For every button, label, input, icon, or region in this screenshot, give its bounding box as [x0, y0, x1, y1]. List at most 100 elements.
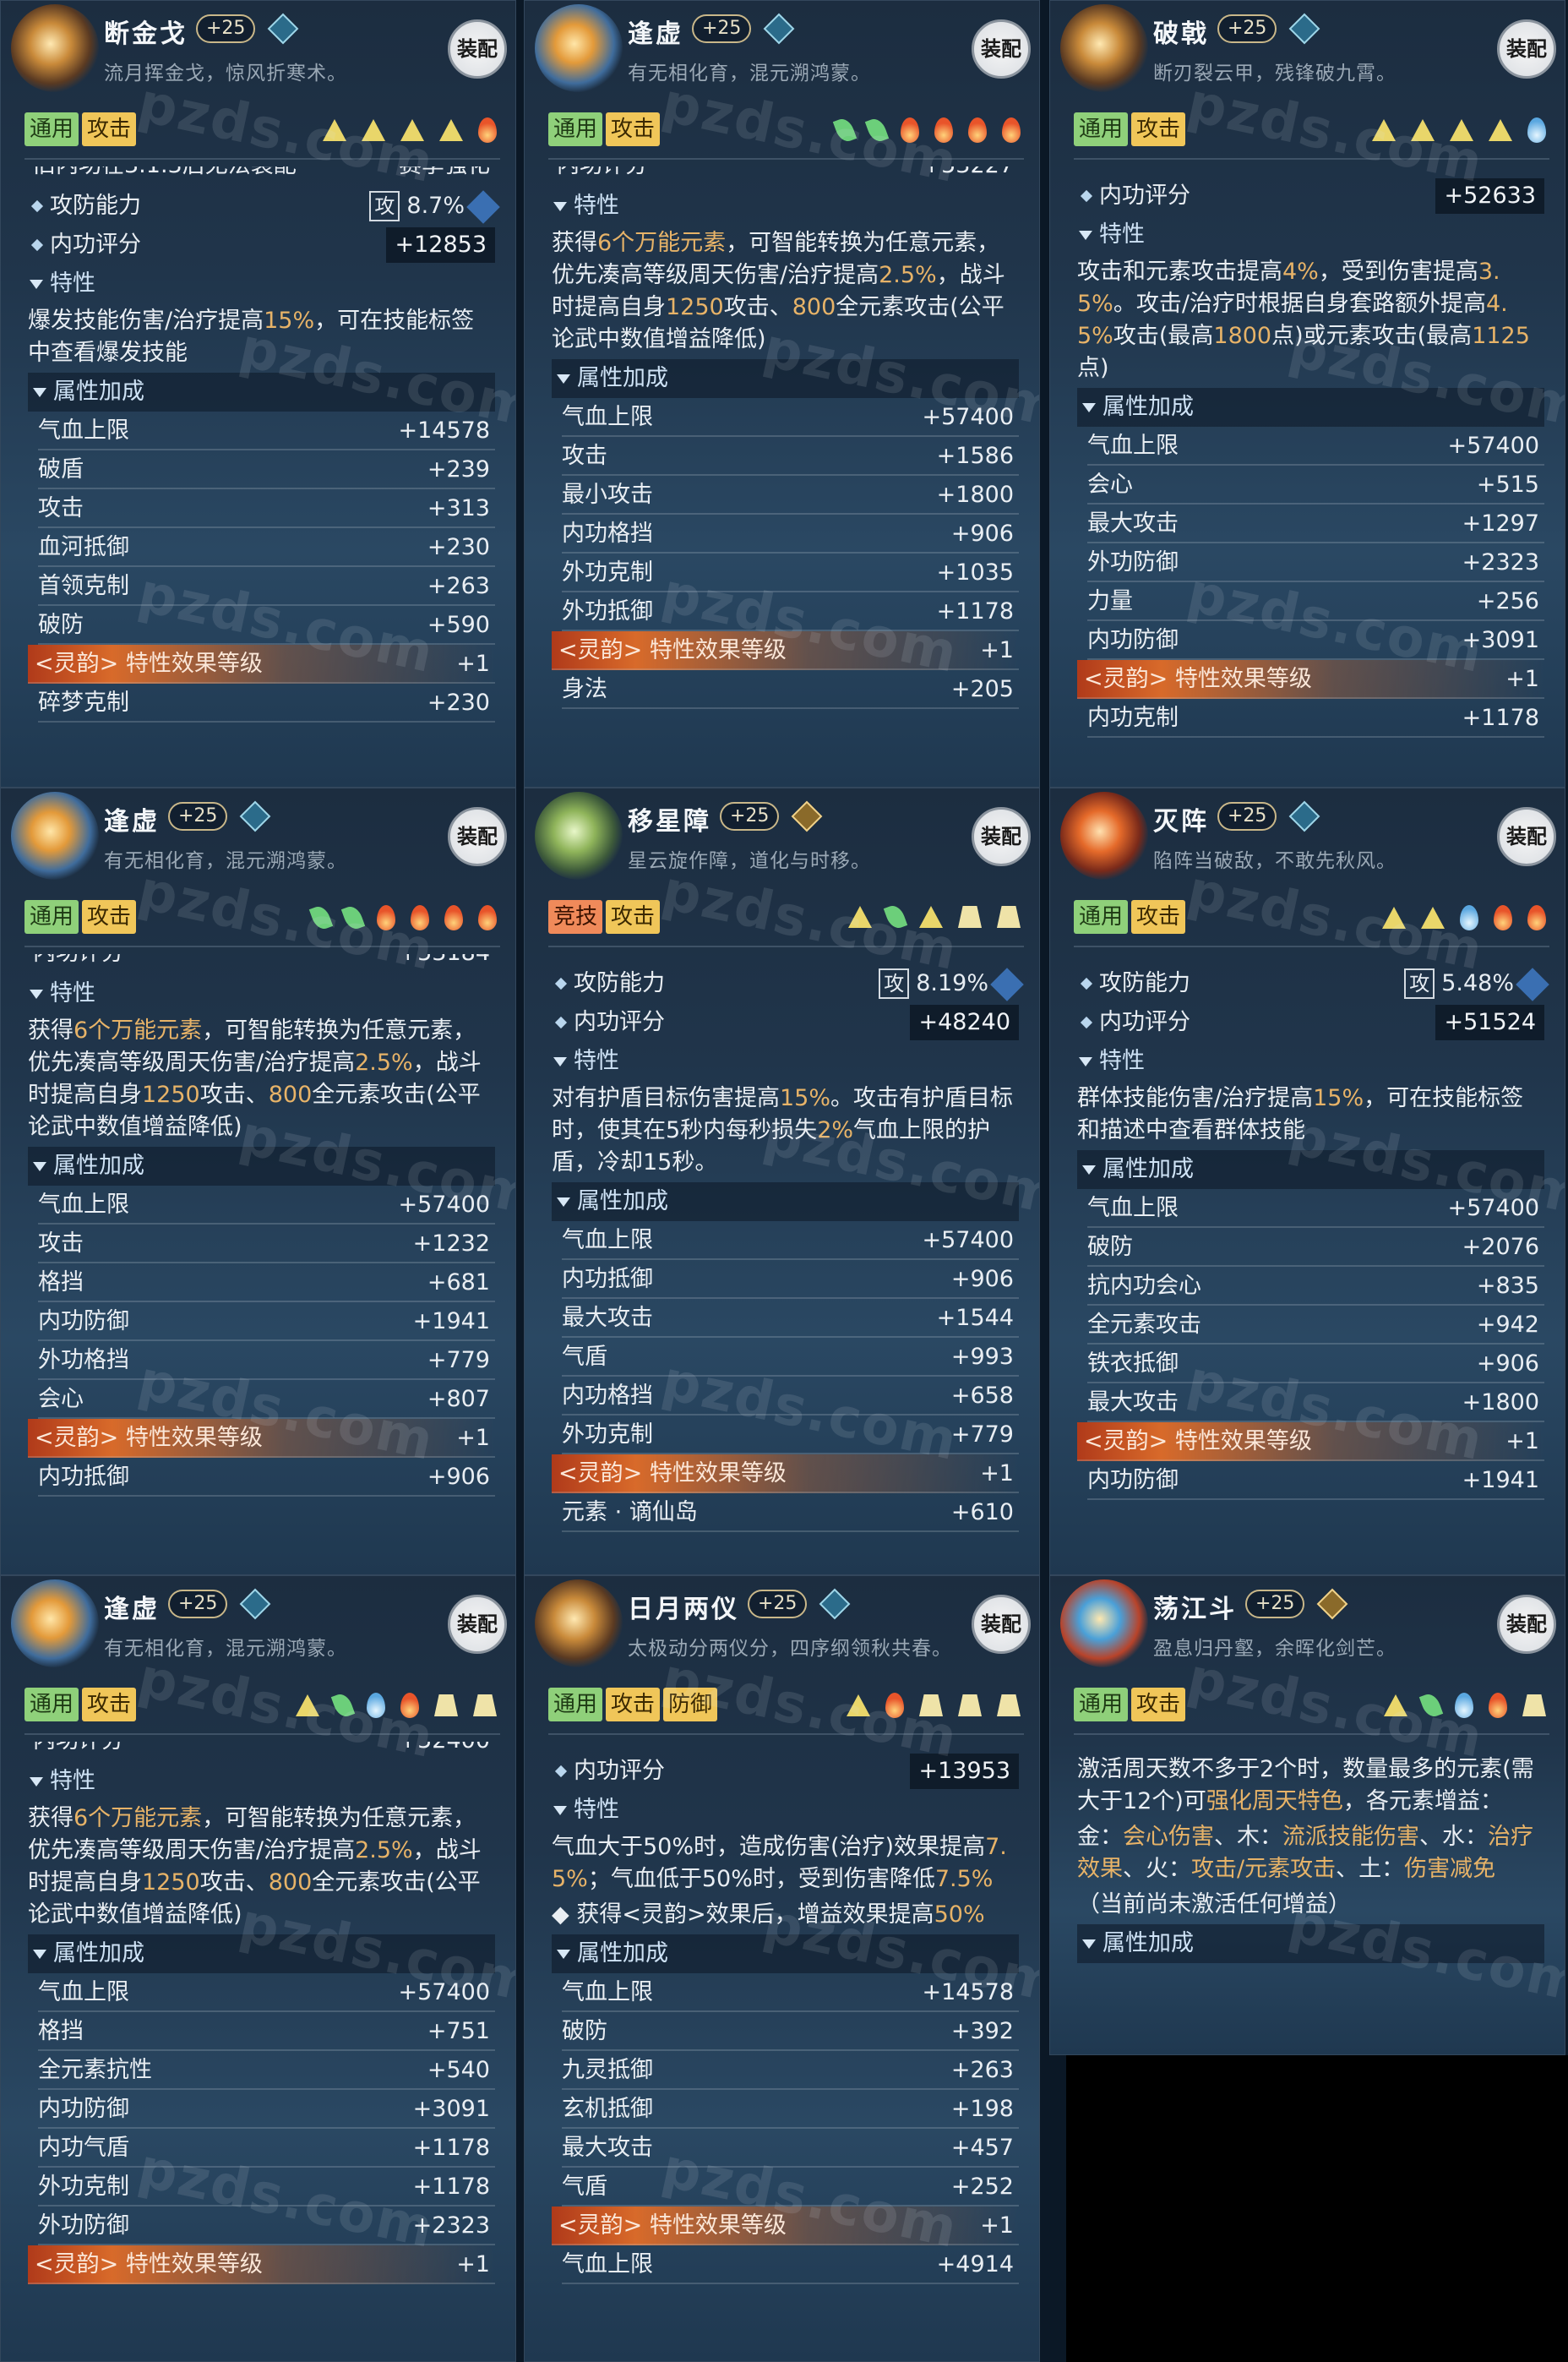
divider [24, 158, 500, 160]
stat-row: 气血上限 +57400 [562, 1221, 1019, 1260]
stat-row: 内功防御 +1941 [38, 1302, 495, 1341]
stat-value: +263 [427, 573, 490, 599]
category-tag: 通用 [24, 112, 79, 146]
level-badge: +25 [748, 1590, 808, 1618]
trait-header[interactable]: 特性 [30, 974, 495, 1013]
stat-row: 破盾 +239 [38, 450, 495, 489]
stat-value: +4914 [936, 2251, 1014, 2277]
grade-diamond-icon [791, 800, 823, 832]
stat-label: 会心 [38, 1386, 84, 1412]
equip-button[interactable]: 装配 [1497, 19, 1556, 79]
help-icon[interactable] [1516, 967, 1549, 1001]
help-icon[interactable] [466, 189, 500, 224]
stat-value: +252 [950, 2174, 1014, 2200]
highlight-text: 2% [817, 1117, 854, 1143]
attribute-header[interactable]: 属性加成 [28, 373, 495, 412]
lingyun-label: <灵韵> 特性效果等级 [1084, 666, 1312, 692]
stat-value: +906 [950, 521, 1014, 547]
card-header: 逢虚 +25 有无相化育，混元溯鸿蒙。 装配 [1, 788, 515, 886]
stat-value: +3091 [412, 2096, 490, 2122]
stat-label: 最大攻击 [562, 2135, 653, 2161]
category-tag: 通用 [24, 900, 79, 934]
stat-row: 首领克制 +263 [38, 567, 495, 606]
stat-value: +1035 [936, 559, 1014, 586]
attribute-title: 属性加成 [1102, 1156, 1194, 1182]
stat-label: 内功格挡 [562, 521, 653, 547]
chevron-down-icon [30, 990, 43, 999]
stat-value: +993 [950, 1344, 1014, 1370]
ratio-label: 攻防能力 [1080, 964, 1190, 1003]
stat-label: 碎梦克制 [38, 690, 129, 716]
card-header: 日月两仪 +25 太极动分两仪分，四序纲领秋共春。 装配 [525, 1576, 1039, 1673]
stat-value: +1586 [936, 443, 1014, 469]
attribute-header[interactable]: 属性加成 [552, 1934, 1019, 1973]
stat-value: +1544 [936, 1305, 1014, 1331]
stat-label: 破防 [1087, 1234, 1133, 1260]
chevron-down-icon [553, 202, 567, 211]
stat-label: 外功防御 [38, 2212, 129, 2239]
element-icons [821, 116, 1021, 146]
attribute-header[interactable]: 属性加成 [552, 359, 1019, 398]
stat-row: 外功格挡 +779 [38, 1341, 495, 1380]
highlight-text: 1250 [142, 1869, 200, 1896]
tri-icon [439, 119, 463, 141]
attribute-header[interactable]: 属性加成 [28, 1934, 495, 1973]
fire-icon [1002, 117, 1021, 143]
stat-label: 元素 · 谪仙岛 [562, 1499, 698, 1525]
help-icon[interactable] [990, 967, 1024, 1001]
trait-header[interactable]: 特性 [553, 1791, 1019, 1830]
lingyun-row: <灵韵> 特性效果等级 +1 [1077, 660, 1544, 699]
stat-value: +230 [427, 690, 490, 716]
stat-row: 最小攻击 +1800 [562, 476, 1019, 515]
trait-header[interactable]: 特性 [30, 265, 495, 303]
attribute-header[interactable]: 属性加成 [28, 1147, 495, 1186]
tags-row: 通用 攻击 [24, 112, 139, 148]
score-row: 内功评分 +48240 [554, 1003, 1019, 1042]
lingyun-value: +1 [980, 2212, 1014, 2239]
attribute-header[interactable]: 属性加成 [1077, 388, 1544, 427]
trait-header[interactable]: 特性 [1079, 1042, 1544, 1081]
equip-button[interactable]: 装配 [972, 1595, 1031, 1654]
tri-icon [1450, 119, 1473, 141]
lingyun-row: <灵韵> 特性效果等级 +1 [28, 645, 495, 684]
equipment-card: 逢虚+25有无相化育，混元溯鸿蒙。装配通用攻击内功评分+53227特性获得6个万… [524, 0, 1040, 788]
trait-extra: ◆ 获得<灵韵>效果后，增益效果提高50% [552, 1899, 1015, 1931]
equip-button[interactable]: 装配 [448, 1595, 507, 1654]
clipped-label: 旧内功在3.1.3后无法装配 [33, 166, 297, 177]
attribute-header[interactable]: 属性加成 [1077, 1924, 1544, 1963]
stat-value: +1178 [412, 2135, 490, 2161]
stat-label: 内功抵御 [562, 1266, 653, 1292]
equip-button[interactable]: 装配 [972, 807, 1031, 866]
stat-row: 格挡 +681 [38, 1263, 495, 1302]
trait-header[interactable]: 特性 [553, 187, 1019, 226]
water-icon [1460, 905, 1478, 930]
stat-row: 破防 +2076 [1087, 1228, 1544, 1267]
trait-header[interactable]: 特性 [30, 1762, 495, 1801]
equipment-card: 逢虚 +25 有无相化育，混元溯鸿蒙。 装配通用攻击内功评分 +52400 特性获得6个万… [0, 1575, 516, 2362]
trait-description: 气血大于50%时，造成伤害(治疗)效果提高 7.5%；气血低于50%时，受到伤害降… [552, 1831, 1015, 1896]
equip-button[interactable]: 装配 [1497, 807, 1556, 866]
trait-header[interactable]: 特性 [1079, 215, 1544, 254]
equip-button[interactable]: 装配 [448, 807, 507, 866]
score-label: 内功评分 [1080, 177, 1190, 215]
card-body: 旧内功在3.1.3后无法装配 赛季强化攻防能力 攻8.7% 内功评分 +12853 特性爆… [1, 166, 515, 787]
trait-note: （当前尚未激活任何增益） [1077, 1891, 1351, 1917]
stat-value: +2323 [412, 2212, 490, 2239]
stat-row: 最大攻击 +1544 [562, 1299, 1019, 1338]
category-tag: 通用 [1074, 900, 1129, 934]
trait-description: 攻击和元素攻击提高4%，受到伤害提高3.5%。攻击/治疗时根据自身套路额外提高4… [1077, 256, 1541, 385]
equip-button[interactable]: 装配 [972, 19, 1031, 79]
tri-icon [1384, 1694, 1407, 1716]
tri-icon [323, 119, 346, 141]
card-body: 攻防能力 攻 8.19% 内功评分 +48240 特性 对有护盾目标伤害提高15%。攻击有护… [525, 954, 1039, 1574]
attribute-header[interactable]: 属性加成 [552, 1182, 1019, 1221]
trait-title: 特性 [50, 270, 95, 297]
attribute-header[interactable]: 属性加成 [1077, 1150, 1544, 1189]
stat-value: +57400 [922, 404, 1014, 430]
clipped-label: 内功评分 [33, 1742, 124, 1752]
equip-button[interactable]: 装配 [1497, 1595, 1556, 1654]
highlight-text: 800 [268, 1082, 313, 1108]
stat-value: +807 [427, 1386, 490, 1412]
equip-button[interactable]: 装配 [448, 19, 507, 79]
trait-header[interactable]: 特性 [553, 1042, 1019, 1081]
